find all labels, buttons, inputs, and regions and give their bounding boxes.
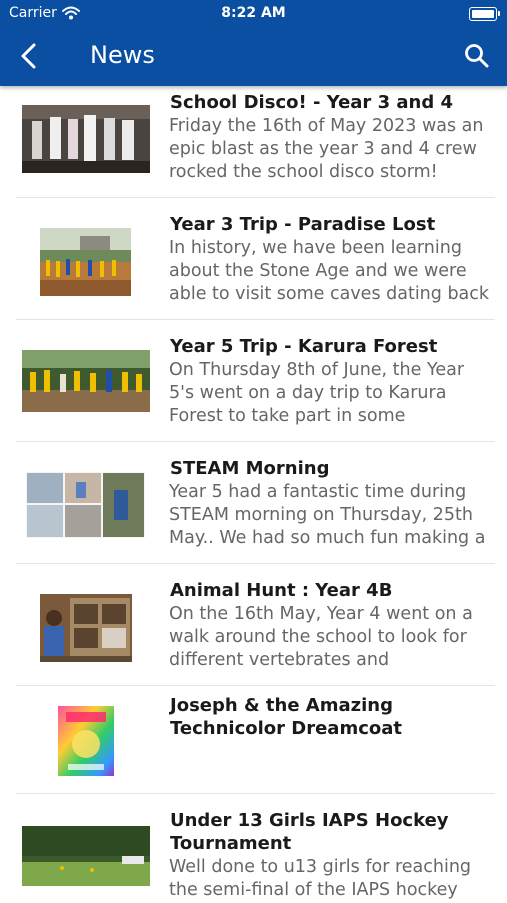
news-title: Under 13 Girls IAPS Hockey: [170, 810, 449, 831]
news-thumbnail: [26, 472, 145, 538]
news-snippet-line: different vertebrates and: [169, 650, 390, 670]
news-snippet-line: Year 5 had a fantastic time during: [169, 482, 467, 502]
news-snippet-line: On Thursday 8th of June, the Year: [169, 360, 465, 380]
news-thumbnail: [22, 350, 150, 412]
news-thumbnail: [22, 826, 150, 886]
search-icon: [465, 44, 489, 68]
news-thumbnail: [22, 105, 150, 173]
news-item[interactable]: Animal Hunt : Year 4B On the 16th May, Y…: [0, 564, 507, 686]
news-thumbnail: [58, 706, 114, 776]
news-item[interactable]: Year 5 Trip - Karura Forest On Thursday …: [0, 320, 507, 442]
news-snippet-line: Well done to u13 girls for reaching: [169, 857, 472, 877]
news-thumbnail: [40, 594, 132, 662]
status-time: 8:22 AM: [221, 5, 286, 21]
news-item[interactable]: School Disco! - Year 3 and 4 Friday the …: [0, 86, 507, 198]
news-snippet-line: rocked the school disco storm!: [169, 162, 438, 182]
news-snippet-line: Forest to take part in some: [169, 406, 406, 426]
news-title: Year 3 Trip - Paradise Lost: [170, 214, 436, 235]
battery-icon: [469, 7, 500, 21]
news-snippet-line: 5's went on a day trip to Karura: [169, 383, 447, 403]
news-title: Year 5 Trip - Karura Forest: [170, 336, 438, 357]
chevron-left-icon: [21, 43, 36, 69]
news-title: Joseph & the Amazing: [170, 695, 393, 716]
news-thumbnail: [40, 228, 131, 296]
news-snippet-line: In history, we have been learning: [169, 238, 462, 258]
news-snippet-line: epic blast as the year 3 and 4 crew: [169, 139, 477, 159]
news-title: School Disco! - Year 3 and 4: [170, 92, 453, 113]
news-snippet-line: able to visit some caves dating back: [169, 284, 490, 304]
search-button[interactable]: [463, 41, 491, 71]
news-snippet-line: May.. We had so much fun making a: [169, 528, 486, 548]
news-snippet-line: On the 16th May, Year 4 went on a: [169, 604, 473, 624]
news-item[interactable]: STEAM Morning Year 5 had a fantastic tim…: [0, 442, 507, 564]
news-item[interactable]: Under 13 Girls IAPS Hockey Tournament We…: [0, 794, 507, 900]
page-title: News: [90, 41, 155, 69]
navigation-bar: Carrier 8:22 AM News: [0, 0, 507, 86]
news-item[interactable]: Year 3 Trip - Paradise Lost In history, …: [0, 198, 507, 320]
news-snippet-line: about the Stone Age and we were: [169, 261, 467, 281]
news-title: Technicolor Dreamcoat: [170, 718, 402, 739]
news-title: Tournament: [170, 833, 292, 854]
back-button[interactable]: [14, 40, 44, 72]
news-title: Animal Hunt : Year 4B: [170, 580, 393, 601]
news-snippet-line: walk around the school to look for: [169, 627, 467, 647]
news-title: STEAM Morning: [170, 458, 330, 479]
news-snippet-line: Friday the 16th of May 2023 was an: [169, 116, 484, 136]
status-bar: Carrier 8:22 AM: [0, 0, 507, 28]
news-snippet-line: STEAM morning on Thursday, 25th: [169, 505, 473, 525]
news-item[interactable]: Joseph & the Amazing Technicolor Dreamco…: [0, 686, 507, 794]
news-snippet-line: the semi-final of the IAPS hockey: [169, 880, 458, 900]
